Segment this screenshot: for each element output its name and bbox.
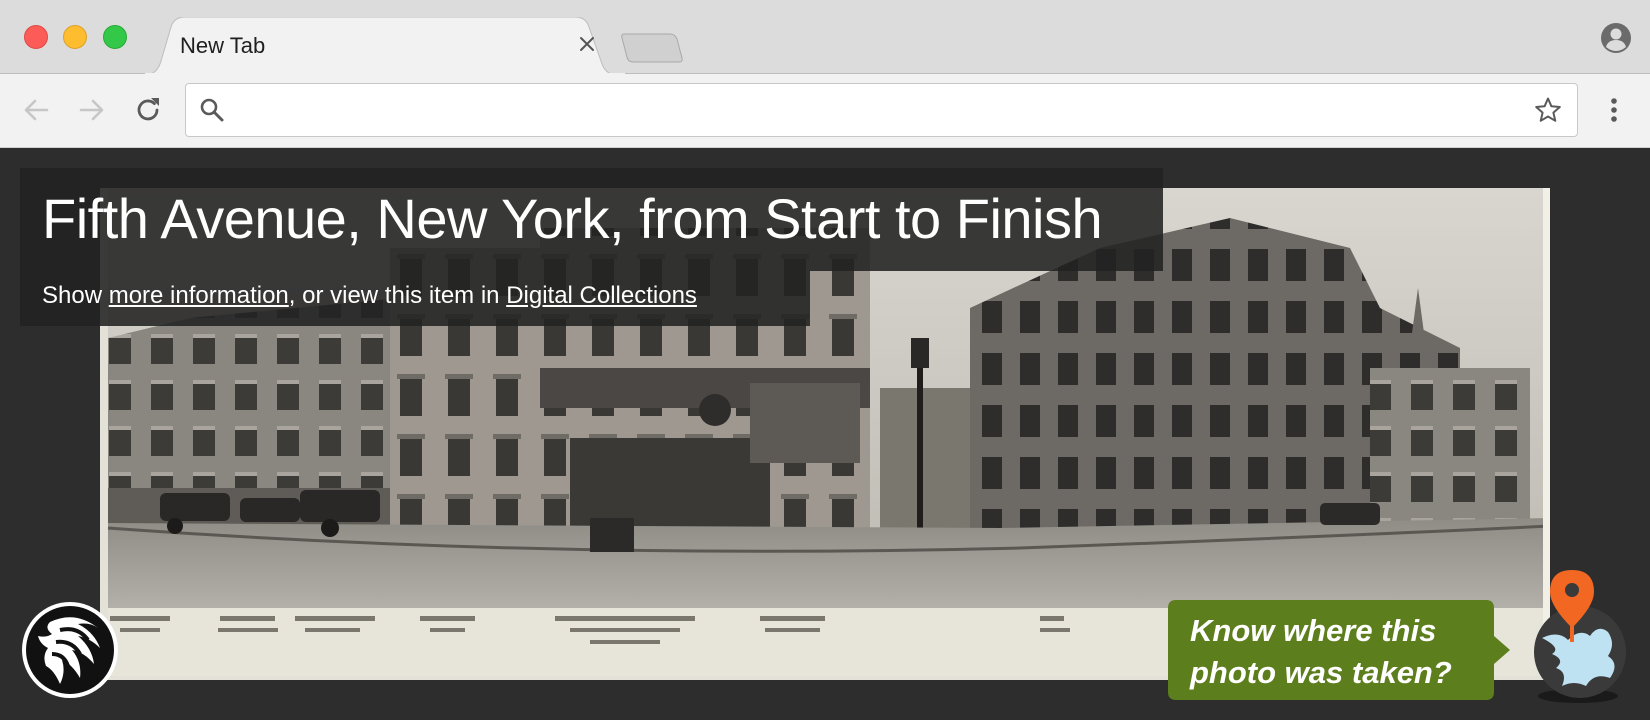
page-title: Fifth Avenue, New York, from Start to Fi… [42,187,1103,250]
tab-new-tab[interactable]: New Tab [145,17,625,75]
digital-collections-link[interactable]: Digital Collections [506,282,697,309]
close-window-button[interactable] [24,25,48,49]
locate-photo-text: Know where this photo was taken? [1190,613,1452,690]
minimize-window-button[interactable] [63,25,87,49]
info-middle: , or view this item in [288,282,507,309]
arrow-left-icon[interactable] [20,94,52,126]
toolbar [0,74,1650,148]
info-prefix: Show [42,282,109,309]
more-information-link[interactable]: more information [109,282,289,309]
tab-title: New Tab [180,33,266,58]
zoom-window-button[interactable] [103,25,127,49]
search-icon [200,98,224,122]
tab-strip: New Tab [0,0,1650,75]
info-line: Show more information, or view this item… [42,282,697,310]
locate-photo-callout[interactable]: Know where this photo was taken? [1168,600,1514,700]
nypl-lion-logo[interactable] [20,600,120,700]
new-tab-button[interactable] [620,32,686,64]
kebab-menu-icon[interactable] [1598,94,1630,126]
star-icon[interactable] [1534,96,1562,124]
arrow-right-icon[interactable] [76,94,108,126]
page-content: Fifth Avenue, New York, from Start to Fi… [0,148,1650,720]
account-icon[interactable] [1600,22,1632,54]
reload-icon[interactable] [132,94,164,126]
map-pin-globe-icon[interactable] [1528,568,1632,708]
address-bar[interactable] [185,83,1578,137]
address-input[interactable] [236,92,1506,128]
close-icon[interactable] [575,32,599,56]
